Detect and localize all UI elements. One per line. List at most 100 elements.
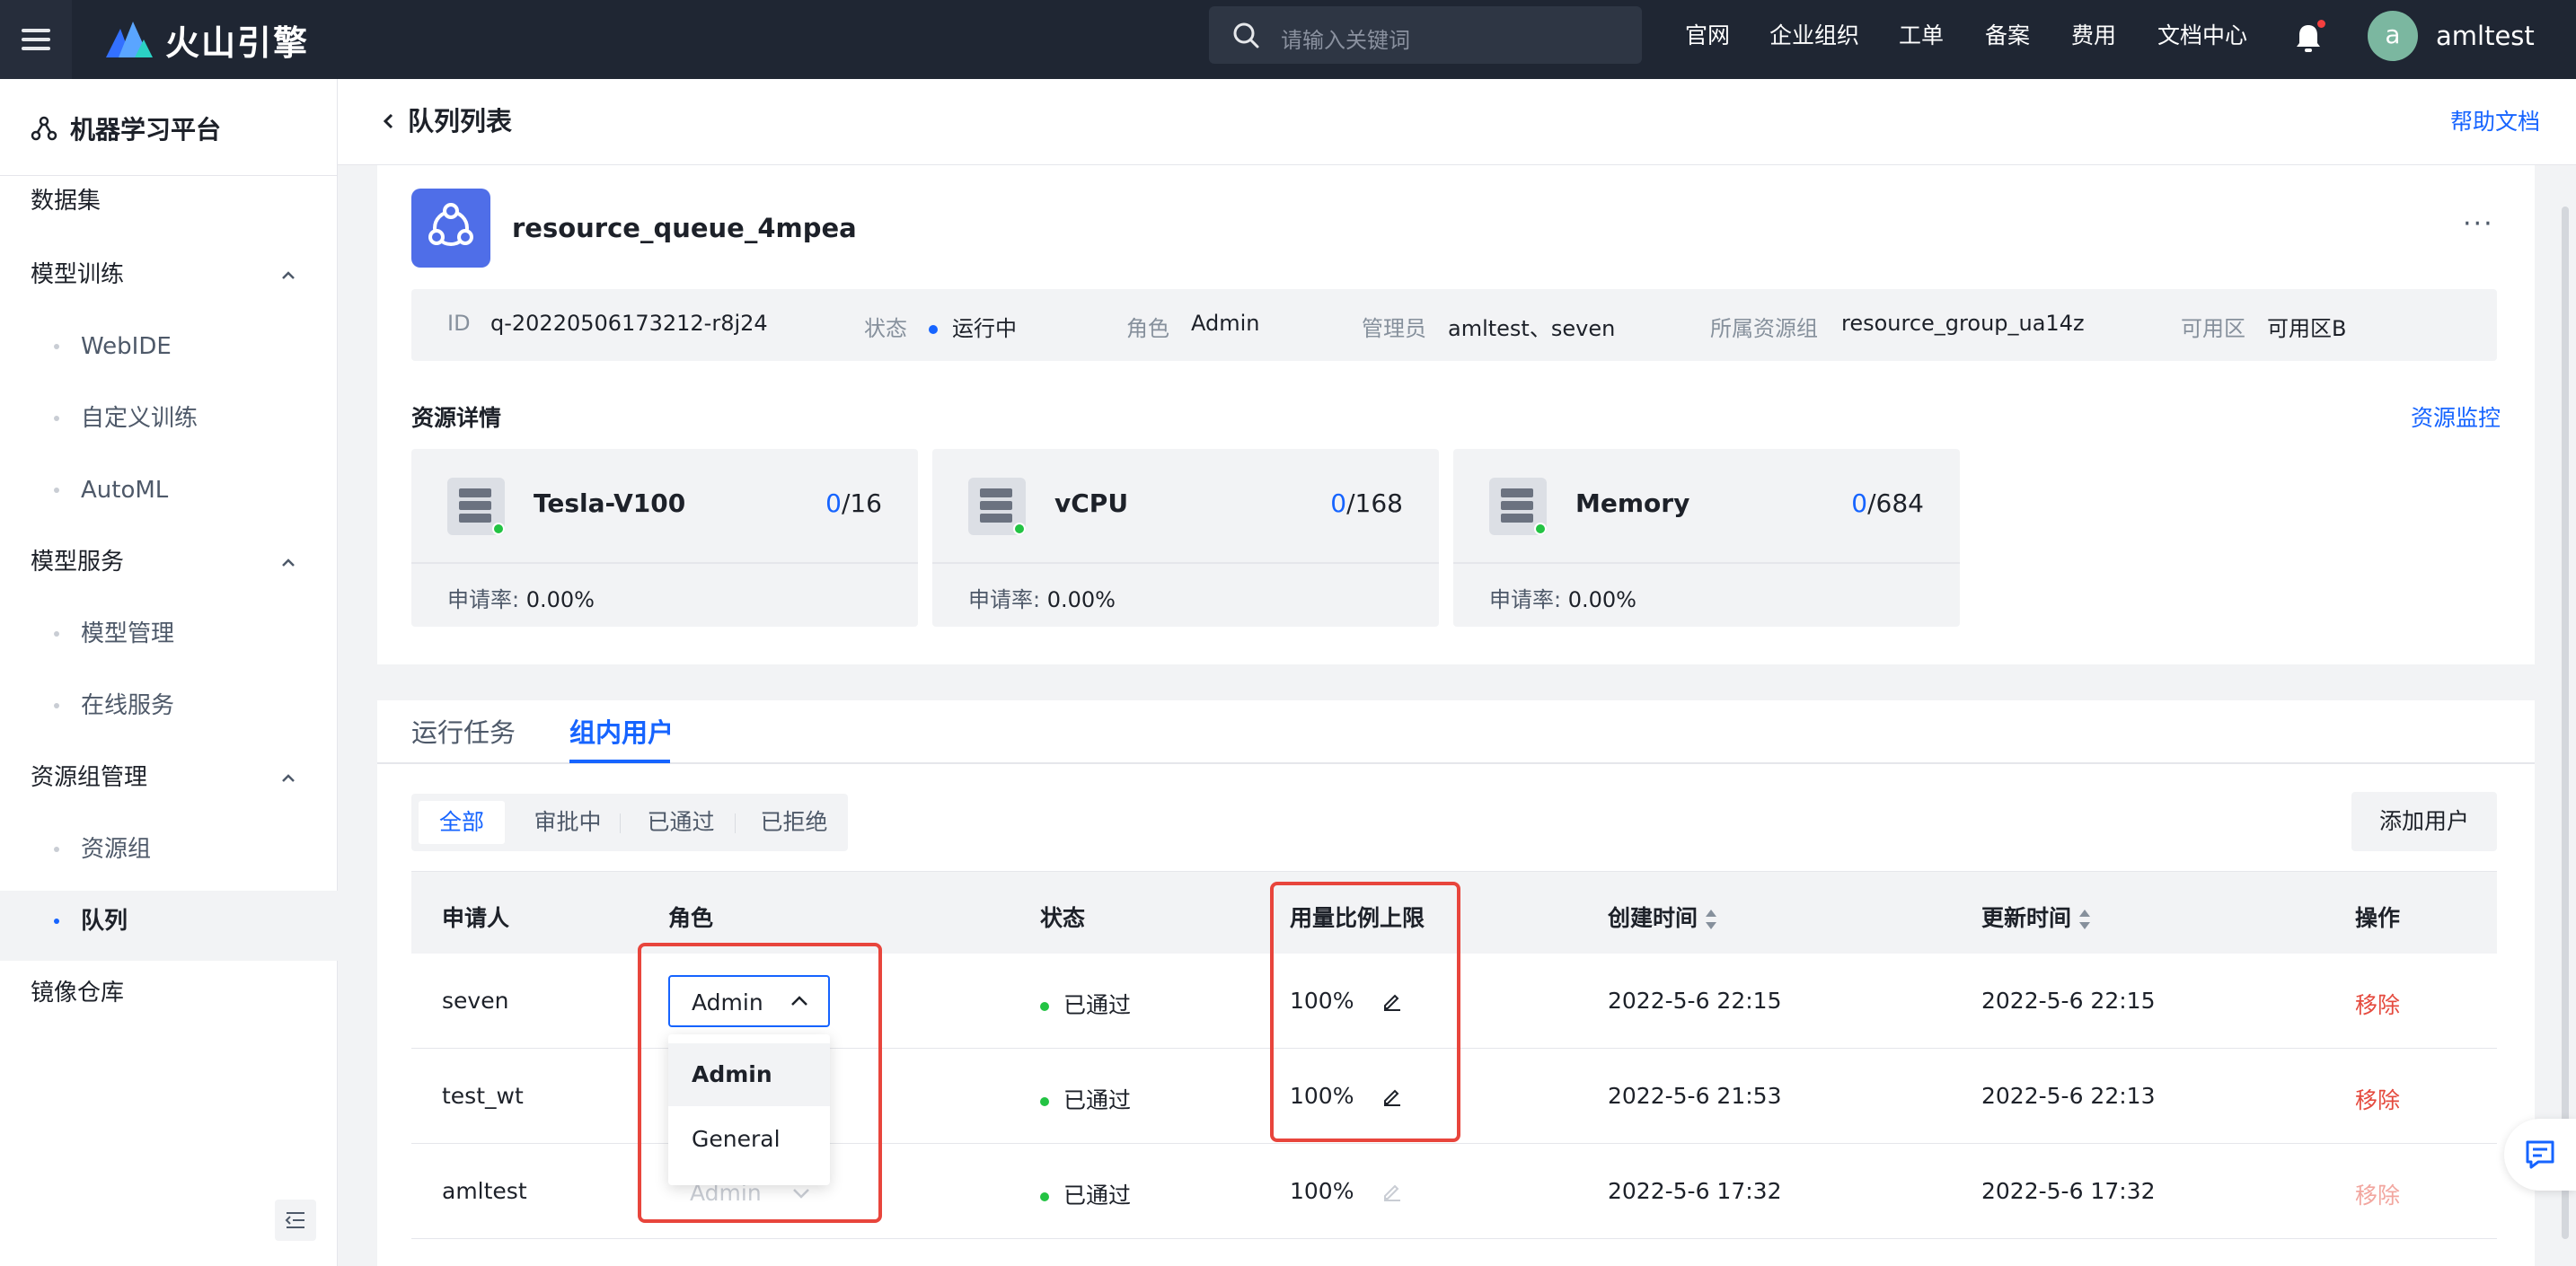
edit-icon-disabled bbox=[1384, 1184, 1400, 1201]
sidebar-item-automl[interactable]: AutoML bbox=[81, 472, 168, 508]
back-icon[interactable] bbox=[381, 111, 397, 131]
brand-logo[interactable]: 火山引擎 bbox=[104, 16, 309, 63]
resource-usage: 0/16 bbox=[825, 488, 882, 518]
rate-value: 0.00% bbox=[1046, 587, 1116, 612]
chat-button[interactable] bbox=[2504, 1119, 2576, 1191]
platform-title: 机器学习平台 bbox=[31, 106, 221, 151]
username[interactable]: amltest bbox=[2436, 0, 2535, 72]
resource-usage: 0/168 bbox=[1330, 488, 1403, 518]
chevron-up-icon[interactable] bbox=[280, 555, 296, 571]
bullet-icon bbox=[54, 703, 59, 708]
filter-rejected[interactable]: 已拒绝 bbox=[744, 801, 844, 844]
sidebar-item-online-service[interactable]: 在线服务 bbox=[81, 688, 174, 724]
approved-dot bbox=[1040, 1097, 1049, 1106]
filter-approved[interactable]: 已通过 bbox=[631, 801, 731, 844]
search-placeholder: 请输入关键词 bbox=[1281, 28, 1410, 53]
chevron-up-icon[interactable] bbox=[280, 268, 296, 284]
nav-billing[interactable]: 费用 bbox=[2071, 0, 2116, 72]
resource-name: Tesla-V100 bbox=[534, 488, 686, 518]
help-docs-link[interactable]: 帮助文档 bbox=[2450, 106, 2540, 138]
sidebar-item-webide[interactable]: WebIDE bbox=[81, 329, 172, 365]
page-title[interactable]: 队列列表 bbox=[408, 101, 512, 142]
sidebar-item-resource-group-mgmt[interactable]: 资源组管理 bbox=[31, 760, 147, 796]
sidebar-item-training[interactable]: 模型训练 bbox=[31, 257, 124, 293]
add-user-button[interactable]: 添加用户 bbox=[2351, 792, 2497, 851]
sidebar-divider bbox=[0, 175, 338, 176]
nav-official-site[interactable]: 官网 bbox=[1685, 0, 1730, 72]
rate-value: 0.00% bbox=[525, 587, 595, 612]
sidebar-item-model-service[interactable]: 模型服务 bbox=[31, 544, 124, 580]
nav-ticket[interactable]: 工单 bbox=[1899, 0, 1944, 72]
created-cell: 2022-5-6 22:15 bbox=[1608, 988, 1782, 1014]
scrollbar[interactable] bbox=[2562, 207, 2569, 1239]
nav-organization[interactable]: 企业组织 bbox=[1769, 0, 1859, 72]
status-filter: 全部 审批中 已通过 已拒绝 bbox=[411, 794, 848, 851]
network-icon bbox=[31, 116, 57, 141]
chat-icon bbox=[2526, 1140, 2554, 1169]
tab-running-tasks[interactable]: 运行任务 bbox=[411, 715, 516, 751]
filter-pending[interactable]: 审批中 bbox=[517, 801, 618, 844]
sidebar-item-model-management[interactable]: 模型管理 bbox=[81, 616, 174, 652]
collapse-icon bbox=[285, 1212, 304, 1228]
sidebar-item-custom-training[interactable]: 自定义训练 bbox=[81, 400, 198, 436]
divider bbox=[1453, 562, 1960, 564]
nav-filing[interactable]: 备案 bbox=[1985, 0, 2030, 72]
resource-monitor-link[interactable]: 资源监控 bbox=[2411, 400, 2501, 433]
resource-rate: 申请率: 0.00% bbox=[1489, 582, 1636, 613]
group-label: 所属资源组 bbox=[1710, 316, 1818, 341]
search-input[interactable]: 请输入关键词 bbox=[1209, 6, 1642, 64]
updated-cell: 2022-5-6 22:13 bbox=[1981, 1083, 2156, 1109]
col-status: 状态 bbox=[1040, 905, 1086, 931]
col-created[interactable]: 创建时间 bbox=[1608, 901, 1717, 933]
server-icon bbox=[447, 478, 505, 535]
bullet-icon bbox=[54, 631, 59, 637]
sort-icon[interactable] bbox=[2078, 908, 2091, 931]
applicant-cell: seven bbox=[442, 988, 509, 1014]
resource-rate: 申请率: 0.00% bbox=[968, 582, 1116, 613]
rate-value: 0.00% bbox=[1567, 587, 1636, 612]
server-icon bbox=[968, 478, 1026, 535]
sidebar-item-queue-active[interactable] bbox=[0, 891, 338, 961]
remove-button[interactable]: 移除 bbox=[2355, 1083, 2400, 1115]
sort-icon[interactable] bbox=[1705, 908, 1717, 931]
nav-docs[interactable]: 文档中心 bbox=[2157, 0, 2247, 72]
resource-used: 0 bbox=[1330, 488, 1347, 518]
more-icon[interactable]: ··· bbox=[2463, 208, 2494, 240]
col-updated[interactable]: 更新时间 bbox=[1981, 901, 2091, 933]
col-updated-text: 更新时间 bbox=[1981, 905, 2072, 931]
sidebar-item-resource-group[interactable]: 资源组 bbox=[81, 831, 151, 867]
resource-name: vCPU bbox=[1054, 488, 1129, 518]
platform-title-text: 机器学习平台 bbox=[70, 115, 222, 145]
resource-usage: 0/684 bbox=[1851, 488, 1924, 518]
chevron-up-icon[interactable] bbox=[280, 770, 296, 787]
bullet-icon bbox=[54, 488, 59, 493]
queue-icon bbox=[411, 189, 490, 268]
resource-total: /16 bbox=[841, 488, 882, 518]
status-value: 运行中 bbox=[929, 311, 1017, 342]
filter-all[interactable]: 全部 bbox=[419, 801, 505, 844]
resource-name: Memory bbox=[1575, 488, 1690, 518]
resource-used: 0 bbox=[825, 488, 842, 518]
sidebar-item-dataset[interactable]: 数据集 bbox=[31, 183, 101, 219]
rate-label: 申请率: bbox=[968, 587, 1041, 612]
remove-button[interactable]: 移除 bbox=[2355, 988, 2400, 1020]
sidebar-item-image-repo[interactable]: 镜像仓库 bbox=[31, 975, 124, 1011]
collapse-sidebar-button[interactable] bbox=[275, 1200, 316, 1241]
menu-icon[interactable] bbox=[0, 0, 72, 79]
tab-group-users[interactable]: 组内用户 bbox=[569, 715, 674, 751]
divider bbox=[620, 813, 621, 833]
sidebar-item-queue[interactable]: 队列 bbox=[81, 903, 128, 939]
status-text: 已通过 bbox=[1063, 1182, 1132, 1209]
queue-info-bar: ID q-20220506173212-r8j24 状态 运行中 角色 Admi… bbox=[411, 289, 2497, 361]
role-value: Admin bbox=[1191, 311, 1260, 336]
zone-value: 可用区B bbox=[2267, 316, 2347, 341]
bullet-icon bbox=[54, 847, 59, 852]
running-dot bbox=[929, 325, 938, 334]
status-label: 状态 bbox=[864, 316, 907, 341]
avatar[interactable]: a bbox=[2368, 11, 2418, 61]
updated-cell: 2022-5-6 22:15 bbox=[1981, 988, 2156, 1014]
role-label: 角色 bbox=[1126, 316, 1169, 341]
approved-dot bbox=[1040, 1002, 1049, 1011]
created-cell: 2022-5-6 17:32 bbox=[1608, 1178, 1782, 1204]
page-header: 队列列表 帮助文档 bbox=[338, 79, 2576, 165]
